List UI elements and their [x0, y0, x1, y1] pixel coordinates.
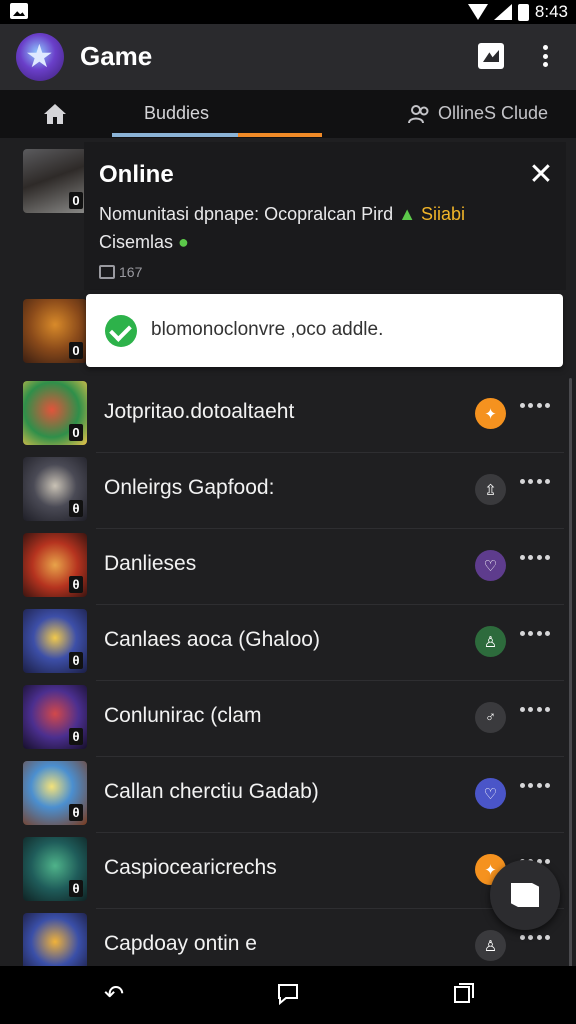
list-item[interactable]: θ Danlieses ♡ [0, 530, 576, 605]
game-thumbnail: θ [23, 457, 87, 521]
game-thumbnail: θ [23, 837, 87, 901]
thumbnail-badge: 0 [69, 424, 83, 441]
battery-icon [517, 3, 529, 21]
row-divider [96, 832, 564, 833]
thumbnail-badge: θ [69, 880, 83, 897]
online-popup: Online ✕ Nomunitasi dpnape: Ocopralcan P… [84, 142, 566, 290]
navigation-bar: ↶ [0, 966, 576, 1024]
more-icon[interactable] [520, 555, 550, 560]
thumbnail-badge: θ [69, 500, 83, 517]
list-item[interactable]: θ Canlaes aoca (Ghaloo) ♙ [0, 606, 576, 681]
game-title: Capdoay ontin e [104, 932, 257, 955]
friends-icon [408, 104, 429, 123]
game-thumbnail: 0 [23, 381, 87, 445]
popup-message-main: Nomunitasi dpnape: Ocopralcan Pird [99, 204, 394, 224]
signal-icon [493, 4, 512, 20]
app-bar: Game [0, 24, 576, 90]
more-icon[interactable] [520, 935, 550, 940]
game-thumbnail: 0 [23, 149, 87, 213]
status-icon[interactable]: ⇫ [475, 474, 506, 505]
drop-icon: ● [178, 232, 189, 252]
status-icon[interactable]: ♡ [475, 778, 506, 809]
tab-online-clubs[interactable]: OllineS Clude [408, 103, 548, 124]
check-icon [105, 315, 137, 347]
compose-icon[interactable] [490, 860, 560, 930]
row-divider [96, 680, 564, 681]
list-item[interactable]: θ Conlunirac (clam ♂ [0, 682, 576, 757]
tab-indicator [112, 133, 238, 137]
row-divider [96, 452, 564, 453]
popup-count-value: 167 [119, 264, 143, 280]
game-thumbnail [23, 913, 87, 966]
home-icon[interactable] [42, 102, 68, 126]
status-right: 8:43 [467, 2, 568, 22]
wifi-icon [467, 4, 488, 20]
status-icon[interactable]: ♙ [475, 626, 506, 657]
popup-message: Nomunitasi dpnape: Ocopralcan Pird ▲ Sii… [99, 200, 509, 256]
list-item[interactable]: Capdoay ontin e ♙ [0, 910, 576, 966]
overflow-menu-icon[interactable] [532, 45, 558, 67]
game-title: Onleirgs Gapfood: [104, 476, 275, 499]
status-icon[interactable]: ♡ [475, 550, 506, 581]
status-icon[interactable]: ✦ [475, 398, 506, 429]
user-count-icon [99, 265, 115, 279]
toast-message: blomonoclonvre ,oco addle. [151, 319, 384, 340]
gallery-icon [10, 3, 28, 19]
game-thumbnail: 0 [23, 299, 87, 363]
game-title: Canlaes aoca (Ghaloo) [104, 628, 320, 651]
popup-message-line2: Cisemlas [99, 232, 174, 252]
thumbnail-badge: θ [69, 652, 83, 669]
game-title: Caspiocearicrechs [104, 856, 277, 879]
more-icon[interactable] [520, 403, 550, 408]
close-icon[interactable]: ✕ [528, 160, 554, 190]
flask-icon: ▲ [398, 204, 417, 224]
row-divider [96, 528, 564, 529]
app-logo[interactable] [16, 33, 64, 81]
game-title: Danlieses [104, 552, 197, 575]
thumbnail-badge: θ [69, 728, 83, 745]
game-thumbnail: θ [23, 761, 87, 825]
thumbnail-badge: θ [69, 804, 83, 821]
tab-buddies[interactable]: Buddies [144, 103, 209, 124]
status-icon[interactable]: ♙ [475, 930, 506, 961]
game-title: Callan cherctiu Gadab) [104, 780, 319, 803]
popup-title: Online [99, 161, 174, 188]
tab-indicator-accent [238, 133, 322, 137]
status-icon[interactable]: ♂ [475, 702, 506, 733]
popup-message-highlight: Siiabi [421, 204, 466, 224]
more-icon[interactable] [520, 479, 550, 484]
game-thumbnail: θ [23, 533, 87, 597]
status-bar: 8:43 [0, 0, 576, 24]
thumbnail-badge: 0 [69, 192, 83, 209]
app-title: Game [80, 41, 153, 71]
game-thumbnail: θ [23, 685, 87, 749]
back-icon[interactable]: ↶ [100, 981, 128, 1009]
recent-apps-icon[interactable] [450, 981, 478, 1009]
success-toast: blomonoclonvre ,oco addle. [86, 294, 563, 367]
scrollbar[interactable] [569, 378, 572, 966]
thumbnail-badge: 0 [69, 342, 83, 359]
list-item[interactable]: θ Callan cherctiu Gadab) ♡ [0, 758, 576, 833]
game-title: Jotpritao.dotoaltaeht [104, 400, 295, 423]
more-icon[interactable] [520, 707, 550, 712]
home-nav-icon[interactable] [274, 981, 302, 1009]
row-divider [96, 604, 564, 605]
more-icon[interactable] [520, 631, 550, 636]
thumbnail-badge: θ [69, 576, 83, 593]
more-icon[interactable] [520, 783, 550, 788]
gallery-action-icon[interactable] [478, 43, 504, 69]
tab-bar: Buddies OllineS Clude [0, 90, 576, 138]
popup-count: 167 [99, 264, 142, 280]
game-thumbnail: θ [23, 609, 87, 673]
game-title: Conlunirac (clam [104, 704, 262, 727]
status-time: 8:43 [534, 2, 568, 21]
row-divider [96, 756, 564, 757]
list-item[interactable]: 0 Jotpritao.dotoaltaeht ✦ [0, 378, 576, 453]
tab-online-label: OllineS Clude [438, 103, 549, 123]
list-item[interactable]: θ Onleirgs Gapfood: ⇫ [0, 454, 576, 529]
